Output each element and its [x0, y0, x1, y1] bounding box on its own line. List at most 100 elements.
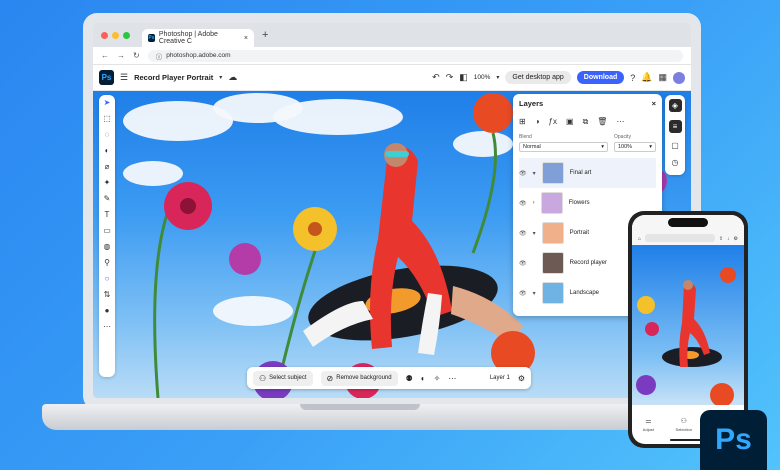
help-icon[interactable]: ?: [630, 73, 635, 83]
compare-icon[interactable]: ◧: [459, 72, 468, 83]
tab-title: Photoshop | Adobe Creative C: [158, 31, 218, 45]
address-bar[interactable]: ⓘ photoshop.adobe.com: [147, 49, 683, 62]
circle-icon[interactable]: ○: [105, 274, 110, 284]
eyedropper-icon[interactable]: ⚲: [104, 258, 110, 268]
generative-icon[interactable]: ✦: [104, 178, 111, 188]
menu-icon[interactable]: ☰: [120, 72, 128, 83]
fx-icon[interactable]: ƒx: [549, 117, 557, 127]
close-icon[interactable]: ×: [652, 99, 656, 108]
more-icon[interactable]: ⋯: [448, 374, 456, 383]
layer-indicator[interactable]: Layer 1: [490, 375, 510, 381]
avatar[interactable]: [673, 71, 685, 84]
home-icon[interactable]: ⌂: [638, 236, 641, 242]
maximize-dot[interactable]: [123, 31, 130, 39]
phone-search-field[interactable]: [645, 234, 715, 242]
shape-icon[interactable]: ▭: [103, 226, 111, 236]
remove-background-button[interactable]: ⊘ Remove background: [320, 370, 398, 386]
site-info-icon[interactable]: ⓘ: [156, 51, 163, 61]
person-icon: ⚇: [259, 373, 267, 383]
layer-name: Final art: [569, 170, 592, 176]
remove-bg-icon: ⊘: [326, 373, 334, 383]
adjustment-layer-icon[interactable]: ◑: [535, 117, 540, 127]
fill-icon[interactable]: ◍: [104, 242, 111, 252]
select-subject-button[interactable]: ⚇ Select subject: [253, 370, 313, 386]
chevron-right-icon[interactable]: ›: [533, 200, 535, 206]
download-icon[interactable]: ↓: [727, 236, 730, 242]
lasso-icon[interactable]: ◌: [105, 130, 110, 140]
eye-icon[interactable]: 👁: [519, 290, 527, 297]
adjustments-icon[interactable]: ≡: [668, 120, 682, 133]
eye-icon[interactable]: 👁: [519, 170, 527, 177]
contrast-icon[interactable]: ◐: [421, 374, 426, 383]
add-layer-icon[interactable]: ⊞: [519, 117, 526, 127]
cloud-icon[interactable]: ☁: [228, 72, 237, 83]
redo-icon[interactable]: ↷: [446, 72, 454, 83]
minimize-dot[interactable]: [112, 31, 119, 39]
close-dot[interactable]: [101, 31, 108, 39]
eye-icon[interactable]: 👁: [519, 230, 527, 237]
chevron-down-icon[interactable]: ▾: [533, 170, 536, 177]
zoom-level[interactable]: 100%: [474, 74, 491, 81]
people-icon[interactable]: ⚉: [406, 374, 413, 383]
download-button[interactable]: Download: [576, 71, 625, 84]
ps-logo[interactable]: Ps: [99, 70, 114, 85]
url-text: photoshop.adobe.com: [166, 52, 231, 59]
swap-icon[interactable]: ⇅: [104, 290, 111, 300]
phone-tool-selection[interactable]: ⚇ Selection: [676, 417, 692, 432]
layer-name: Record player: [569, 260, 607, 266]
sliders-icon[interactable]: ⚙: [518, 374, 525, 383]
chevron-down-icon: ▾: [601, 144, 604, 150]
bell-icon[interactable]: 🔔: [641, 72, 652, 83]
back-icon[interactable]: ←: [101, 51, 109, 60]
link-icon[interactable]: ⧉: [583, 117, 589, 127]
comments-icon[interactable]: ▢: [671, 141, 679, 150]
brush-icon[interactable]: ✎: [104, 194, 111, 204]
layers-title: Layers: [519, 99, 544, 108]
browser-urlbar: ← → ↻ ⓘ photoshop.adobe.com: [93, 47, 691, 65]
apps-grid-icon[interactable]: ▦: [658, 72, 667, 83]
forward-icon[interactable]: →: [117, 51, 125, 60]
document-title[interactable]: Record Player Portrait: [134, 73, 213, 82]
mask-icon[interactable]: ▣: [566, 117, 574, 127]
history-icon[interactable]: ◷: [672, 158, 679, 167]
cursor-icon[interactable]: ➤: [104, 98, 111, 108]
clone-icon[interactable]: ⌀: [105, 162, 110, 172]
reload-icon[interactable]: ↻: [133, 51, 140, 60]
blend-select[interactable]: Normal ▾: [519, 142, 608, 152]
share-icon[interactable]: ⇪: [719, 236, 723, 242]
chevron-down-icon[interactable]: ▾: [533, 230, 536, 237]
laptop-screen: Ps Photoshop | Adobe Creative C × + ← → …: [93, 23, 691, 398]
phone-canvas[interactable]: [632, 245, 744, 405]
spot-heal-icon[interactable]: ◐: [105, 146, 110, 156]
trash-icon[interactable]: 🗑: [597, 117, 607, 127]
chevron-down-icon[interactable]: ▾: [219, 74, 222, 81]
eye-icon[interactable]: 👁: [519, 200, 527, 207]
opacity-select[interactable]: 100% ▾: [614, 142, 656, 152]
phone-tool-adjust[interactable]: ⚌ Adjust: [643, 417, 654, 432]
get-desktop-app-button[interactable]: Get desktop app: [505, 71, 571, 84]
image-canvas[interactable]: ➤ ⬚ ◌ ◐ ⌀ ✦ ✎ T ▭ ◍ ⚲ ○ ⇅ ● ⋯ ◈ ≡ ▢ ◷ La…: [93, 91, 691, 398]
eye-icon[interactable]: 👁: [519, 260, 527, 267]
color-swatch-icon[interactable]: ●: [105, 306, 110, 316]
contextual-taskbar: ⚇ Select subject ⊘ Remove background ⚉ ◐ ✧…: [247, 367, 531, 389]
phone-artwork: [636, 267, 736, 405]
layer-row[interactable]: 👁 ▾ Final art: [519, 158, 656, 188]
more-icon[interactable]: ⋯: [103, 322, 111, 332]
select-icon[interactable]: ⬚: [103, 114, 111, 124]
layer-thumbnail: [541, 222, 564, 244]
layer-tools: ⊞ ◑ ƒx ▣ ⧉ 🗑 ⋯: [519, 117, 656, 127]
text-icon[interactable]: T: [105, 210, 110, 220]
chevron-down-icon[interactable]: ▾: [533, 290, 536, 297]
browser-tab[interactable]: Ps Photoshop | Adobe Creative C ×: [142, 29, 254, 47]
layer-name: Portrait: [569, 230, 589, 236]
new-tab-button[interactable]: +: [262, 29, 268, 41]
undo-icon[interactable]: ↶: [432, 72, 440, 83]
zoom-chevron-icon[interactable]: ▾: [496, 74, 499, 81]
layers-icon[interactable]: ◈: [668, 99, 682, 112]
photoshop-brand-logo: Ps: [700, 410, 767, 470]
magic-icon[interactable]: ✧: [434, 374, 441, 383]
window-controls: [101, 31, 130, 39]
layers-more-icon[interactable]: ⋯: [616, 117, 624, 127]
tab-close-icon[interactable]: ×: [244, 35, 248, 42]
settings-icon[interactable]: ⚙: [734, 236, 738, 242]
